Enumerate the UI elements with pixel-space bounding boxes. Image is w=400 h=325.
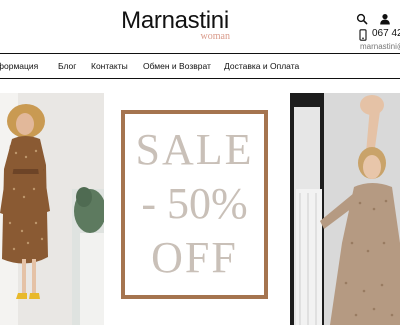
nav-item-delivery-payment[interactable]: Доставка и Оплата	[224, 61, 299, 71]
model-photo-right	[290, 93, 400, 325]
nav-item-contacts[interactable]: Контакты	[91, 61, 128, 71]
logo[interactable]: Marnastini woman	[114, 8, 236, 44]
search-icon[interactable]	[356, 13, 368, 25]
nav-item-exchange-return[interactable]: Обмен и Возврат	[143, 61, 211, 71]
discount-text: - 50%	[141, 179, 248, 228]
sale-frame[interactable]: SALE - 50% OFF	[121, 110, 268, 299]
email-address[interactable]: marnastini@g	[360, 42, 400, 51]
site-header: Marnastini woman 067 42 marnastini@g	[0, 0, 400, 52]
nav-item-information[interactable]: формация	[0, 61, 38, 71]
phone-icon	[359, 29, 367, 41]
sale-text: SALE	[135, 125, 254, 174]
logo-sub-text: woman	[200, 31, 230, 42]
model-photo-left	[0, 93, 104, 325]
user-icon[interactable]	[379, 13, 391, 25]
nav-item-blog[interactable]: Блог	[58, 61, 76, 71]
phone-number[interactable]: 067 42	[372, 28, 400, 39]
hero-photo-right[interactable]	[290, 93, 400, 325]
hero-photo-left[interactable]	[0, 93, 104, 325]
off-text: OFF	[151, 233, 238, 282]
main-navigation: формация Блог Контакты Обмен и Возврат Д…	[0, 53, 400, 79]
